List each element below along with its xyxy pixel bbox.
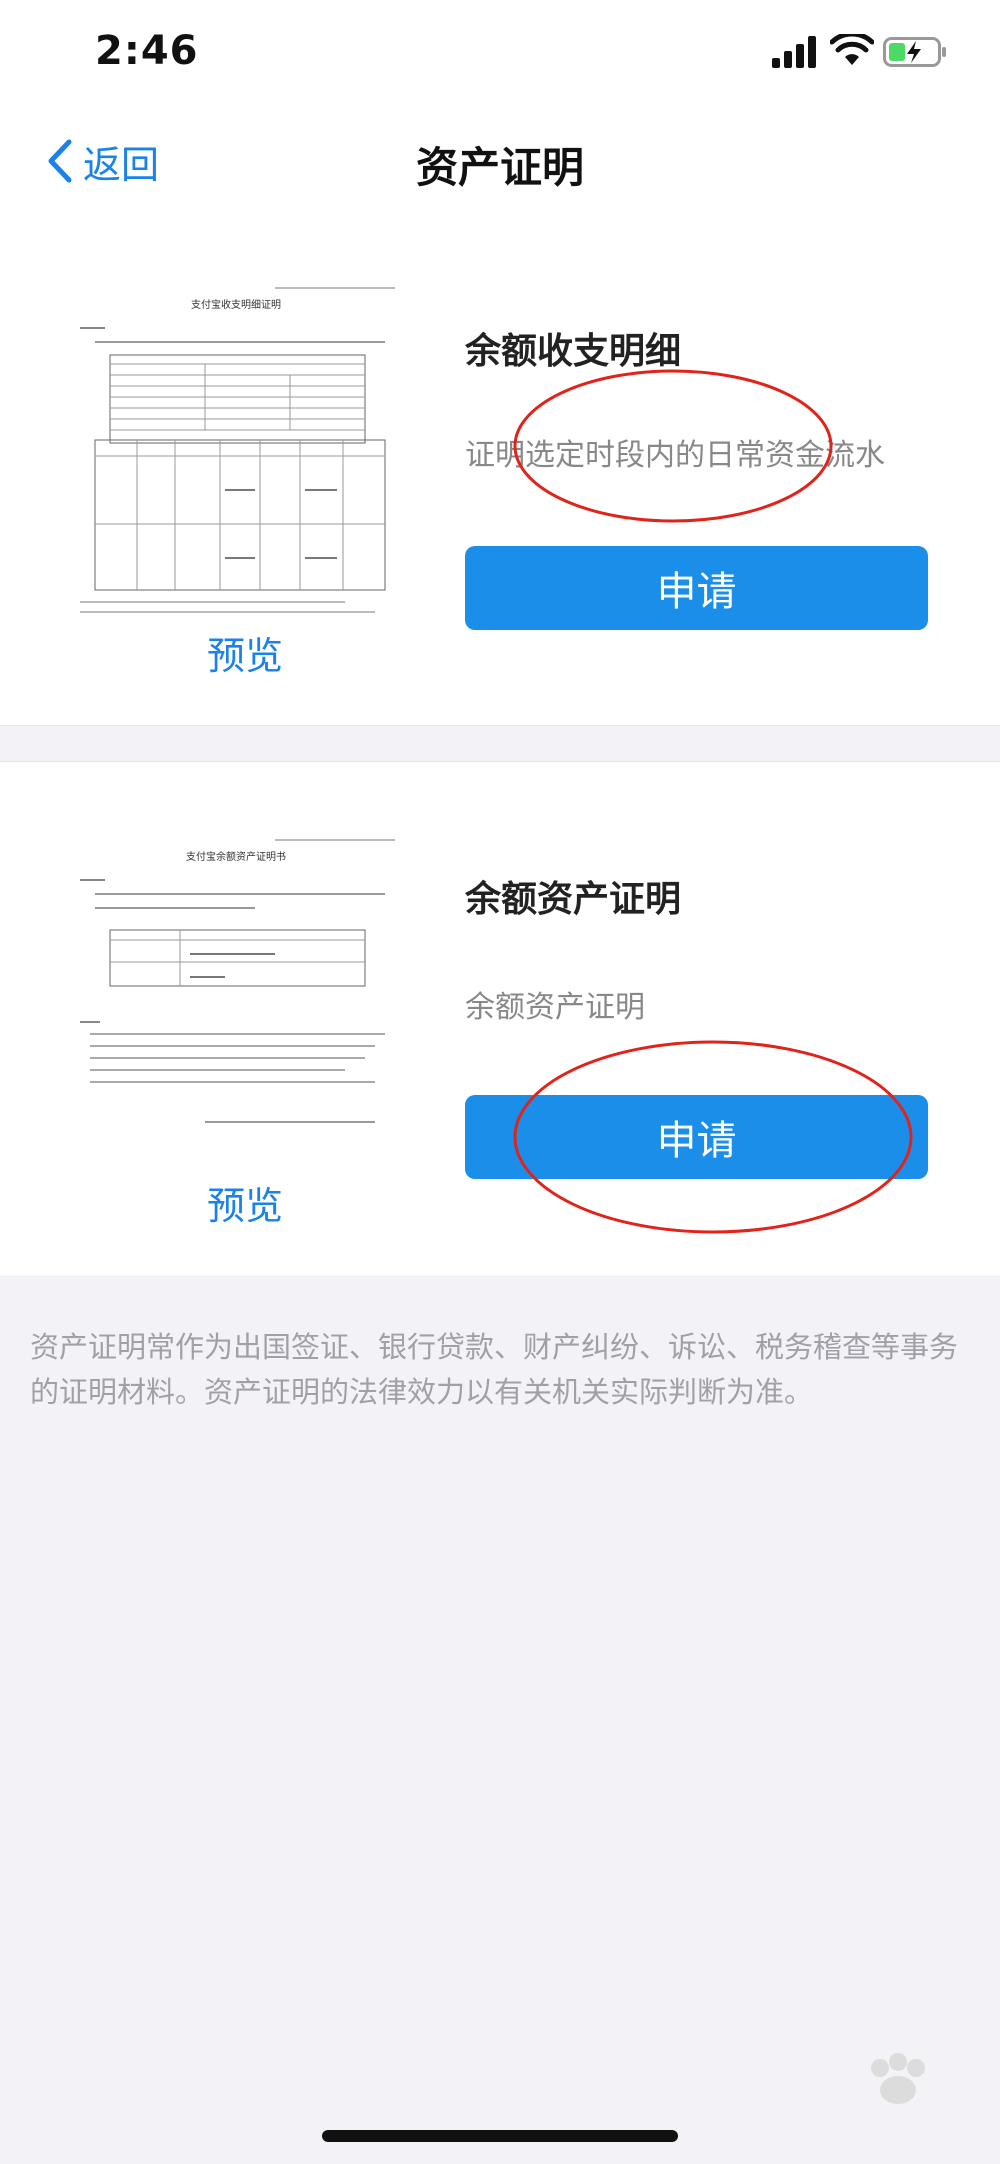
card-title: 余额收支明细 — [465, 331, 682, 372]
battery-charging-icon — [883, 37, 946, 67]
page-title: 资产证明 — [415, 143, 584, 192]
document-thumbnail[interactable]: 支付宝收支明细证明 — [75, 280, 397, 620]
document-thumbnail[interactable]: 支付宝余额资产证明书 — [75, 832, 397, 1172]
asset-certificate-preview-image: 支付宝余额资产证明书 — [80, 839, 395, 1123]
card-description: 证明选定时段内的日常资金流水 — [465, 438, 885, 473]
apply-button[interactable]: 申请 — [465, 1095, 928, 1179]
status-bar: 2:46 — [0, 0, 1000, 110]
home-indicator[interactable] — [322, 2130, 678, 2142]
footer-note: 资产证明常作为出国签证、银行贷款、财产纠纷、诉讼、税务稽查等事务的证明材料。资产… — [30, 1330, 959, 1409]
svg-text:支付宝收支明细证明: 支付宝收支明细证明 — [191, 298, 281, 311]
status-time: 2:46 — [95, 28, 199, 74]
preview-link[interactable]: 预览 — [150, 625, 340, 680]
section-divider — [0, 725, 1000, 762]
card-description: 余额资产证明 — [465, 990, 645, 1025]
preview-link[interactable]: 预览 — [150, 1175, 340, 1230]
cellular-signal-icon — [772, 36, 816, 68]
wifi-icon — [830, 34, 874, 65]
apply-button[interactable]: 申请 — [465, 546, 928, 630]
transaction-statement-preview-image: 支付宝收支明细证明 — [80, 287, 395, 613]
balance-transactions-card: 支付宝收支明细证明 预览 余额收支明细 证明选定时段内的日常资金流水 申请 — [0, 230, 1000, 725]
card-title: 余额资产证明 — [465, 879, 682, 920]
balance-asset-certificate-card: 支付宝余额资产证明书 预览 余额资产证明 余额资产证明 申请 — [0, 762, 1000, 1275]
navigation-bar: 返回 资产证明 — [0, 110, 1000, 210]
svg-text:支付宝余额资产证明书: 支付宝余额资产证明书 — [186, 850, 286, 863]
baidu-paw-watermark-icon — [871, 2053, 925, 2104]
